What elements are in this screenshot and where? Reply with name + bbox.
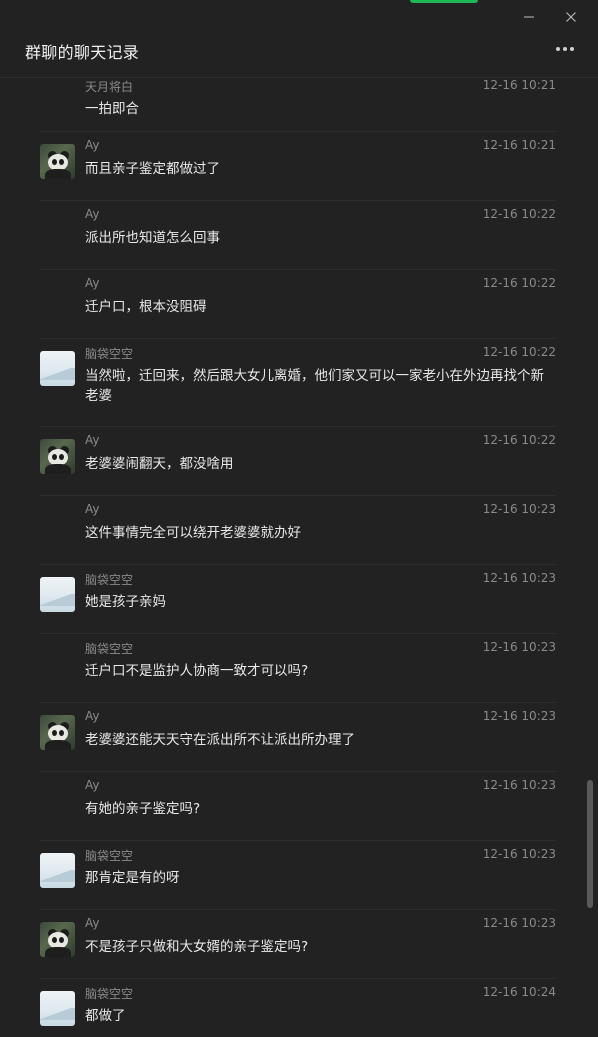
message-text: 都做了: [85, 1008, 126, 1024]
message-item[interactable]: Ay 12-16 10:23 这件事情完全可以绕开老婆婆就办好: [40, 496, 556, 565]
message-sender: 脑袋空空: [85, 347, 134, 361]
message-item[interactable]: Ay 12-16 10:21 而且亲子鉴定都做过了: [40, 132, 556, 201]
message-text: 一拍即合: [85, 101, 139, 117]
message-item[interactable]: 脑袋空空 12-16 10:23 迁户口不是监护人协商一致才可以吗?: [40, 634, 556, 703]
message-time: 12-16 10:23: [482, 778, 556, 792]
message-sender: Ay: [85, 778, 100, 792]
message-time: 12-16 10:23: [482, 502, 556, 516]
more-button[interactable]: [552, 37, 578, 61]
message-sender: Ay: [85, 709, 100, 723]
scrollbar[interactable]: [586, 78, 594, 1037]
accent-bar: [410, 0, 478, 3]
message-item[interactable]: 脑袋空空 12-16 10:22 当然啦，迁回来，然后跟大女儿离婚，他们家又可以一家…: [40, 339, 556, 427]
message-text: 当然啦，迁回来，然后跟大女儿离婚，他们家又可以一家老小在外边再找个新老婆: [85, 368, 544, 404]
message-text: 迁户口不是监护人协商一致才可以吗?: [85, 663, 309, 679]
avatar[interactable]: [40, 577, 75, 612]
message-list[interactable]: 天月将白 12-16 10:21 一拍即合 Ay 12-16 10:21 而且亲子鉴定都做…: [0, 78, 584, 1037]
avatar[interactable]: [40, 853, 75, 888]
page-title: 群聊的聊天记录: [25, 43, 140, 62]
message-item[interactable]: Ay 12-16 10:23 有她的亲子鉴定吗?: [40, 772, 556, 841]
message-text: 老婆婆闹翻天，都没啥用: [85, 456, 234, 472]
message-sender: Ay: [85, 207, 100, 221]
message-text: 老婆婆还能天天守在派出所不让派出所办理了: [85, 732, 355, 748]
message-time: 12-16 10:22: [482, 276, 556, 290]
message-time: 12-16 10:23: [482, 640, 556, 654]
message-time: 12-16 10:21: [482, 78, 556, 92]
avatar[interactable]: [40, 715, 75, 750]
message-text: 有她的亲子鉴定吗?: [85, 801, 201, 817]
avatar[interactable]: [40, 991, 75, 1026]
message-text: 这件事情完全可以绕开老婆婆就办好: [85, 525, 301, 541]
more-icon: [556, 47, 574, 51]
message-text: 不是孩子只做和大女婿的亲子鉴定吗?: [85, 939, 309, 955]
avatar[interactable]: [40, 439, 75, 474]
message-time: 12-16 10:22: [482, 433, 556, 447]
header: 群聊的聊天记录: [0, 24, 598, 78]
message-sender: 天月将白: [85, 80, 134, 94]
message-text: 她是孩子亲妈: [85, 594, 166, 610]
message-item[interactable]: Ay 12-16 10:22 派出所也知道怎么回事: [40, 201, 556, 270]
message-time: 12-16 10:23: [482, 571, 556, 585]
message-item[interactable]: Ay 12-16 10:22 老婆婆闹翻天，都没啥用: [40, 427, 556, 496]
message-item[interactable]: Ay 12-16 10:23 不是孩子只做和大女婿的亲子鉴定吗?: [40, 910, 556, 979]
close-icon: [566, 12, 576, 22]
message-time: 12-16 10:24: [482, 985, 556, 999]
message-sender: 脑袋空空: [85, 573, 134, 587]
message-time: 12-16 10:23: [482, 916, 556, 930]
message-item[interactable]: 天月将白 12-16 10:21 一拍即合: [40, 78, 556, 132]
message-time: 12-16 10:21: [482, 138, 556, 152]
message-item[interactable]: 脑袋空空 12-16 10:23 那肯定是有的呀: [40, 841, 556, 910]
message-item[interactable]: 脑袋空空 12-16 10:24 都做了: [40, 979, 556, 1037]
message-item[interactable]: 脑袋空空 12-16 10:23 她是孩子亲妈: [40, 565, 556, 634]
avatar[interactable]: [40, 922, 75, 957]
message-sender: Ay: [85, 138, 100, 152]
message-sender: Ay: [85, 276, 100, 290]
message-sender: 脑袋空空: [85, 987, 134, 1001]
message-text: 派出所也知道怎么回事: [85, 230, 220, 246]
message-text: 而且亲子鉴定都做过了: [85, 161, 220, 177]
avatar[interactable]: [40, 351, 75, 386]
message-time: 12-16 10:23: [482, 847, 556, 861]
message-sender: Ay: [85, 916, 100, 930]
message-sender: 脑袋空空: [85, 642, 134, 656]
message-item[interactable]: Ay 12-16 10:22 迁户口，根本没阻碍: [40, 270, 556, 339]
message-text: 迁户口，根本没阻碍: [85, 299, 207, 315]
message-time: 12-16 10:22: [482, 345, 556, 359]
message-sender: 脑袋空空: [85, 849, 134, 863]
message-time: 12-16 10:22: [482, 207, 556, 221]
chat-history-window: 群聊的聊天记录 天月将白 12-16 10:21 一拍即合 Ay 12-16 10:21…: [0, 0, 598, 1037]
avatar[interactable]: [40, 144, 75, 179]
message-text: 那肯定是有的呀: [85, 870, 180, 886]
message-sender: Ay: [85, 433, 100, 447]
message-sender: Ay: [85, 502, 100, 516]
scroll-thumb[interactable]: [587, 780, 593, 908]
message-time: 12-16 10:23: [482, 709, 556, 723]
minimize-icon: [524, 16, 534, 18]
message-item[interactable]: Ay 12-16 10:23 老婆婆还能天天守在派出所不让派出所办理了: [40, 703, 556, 772]
